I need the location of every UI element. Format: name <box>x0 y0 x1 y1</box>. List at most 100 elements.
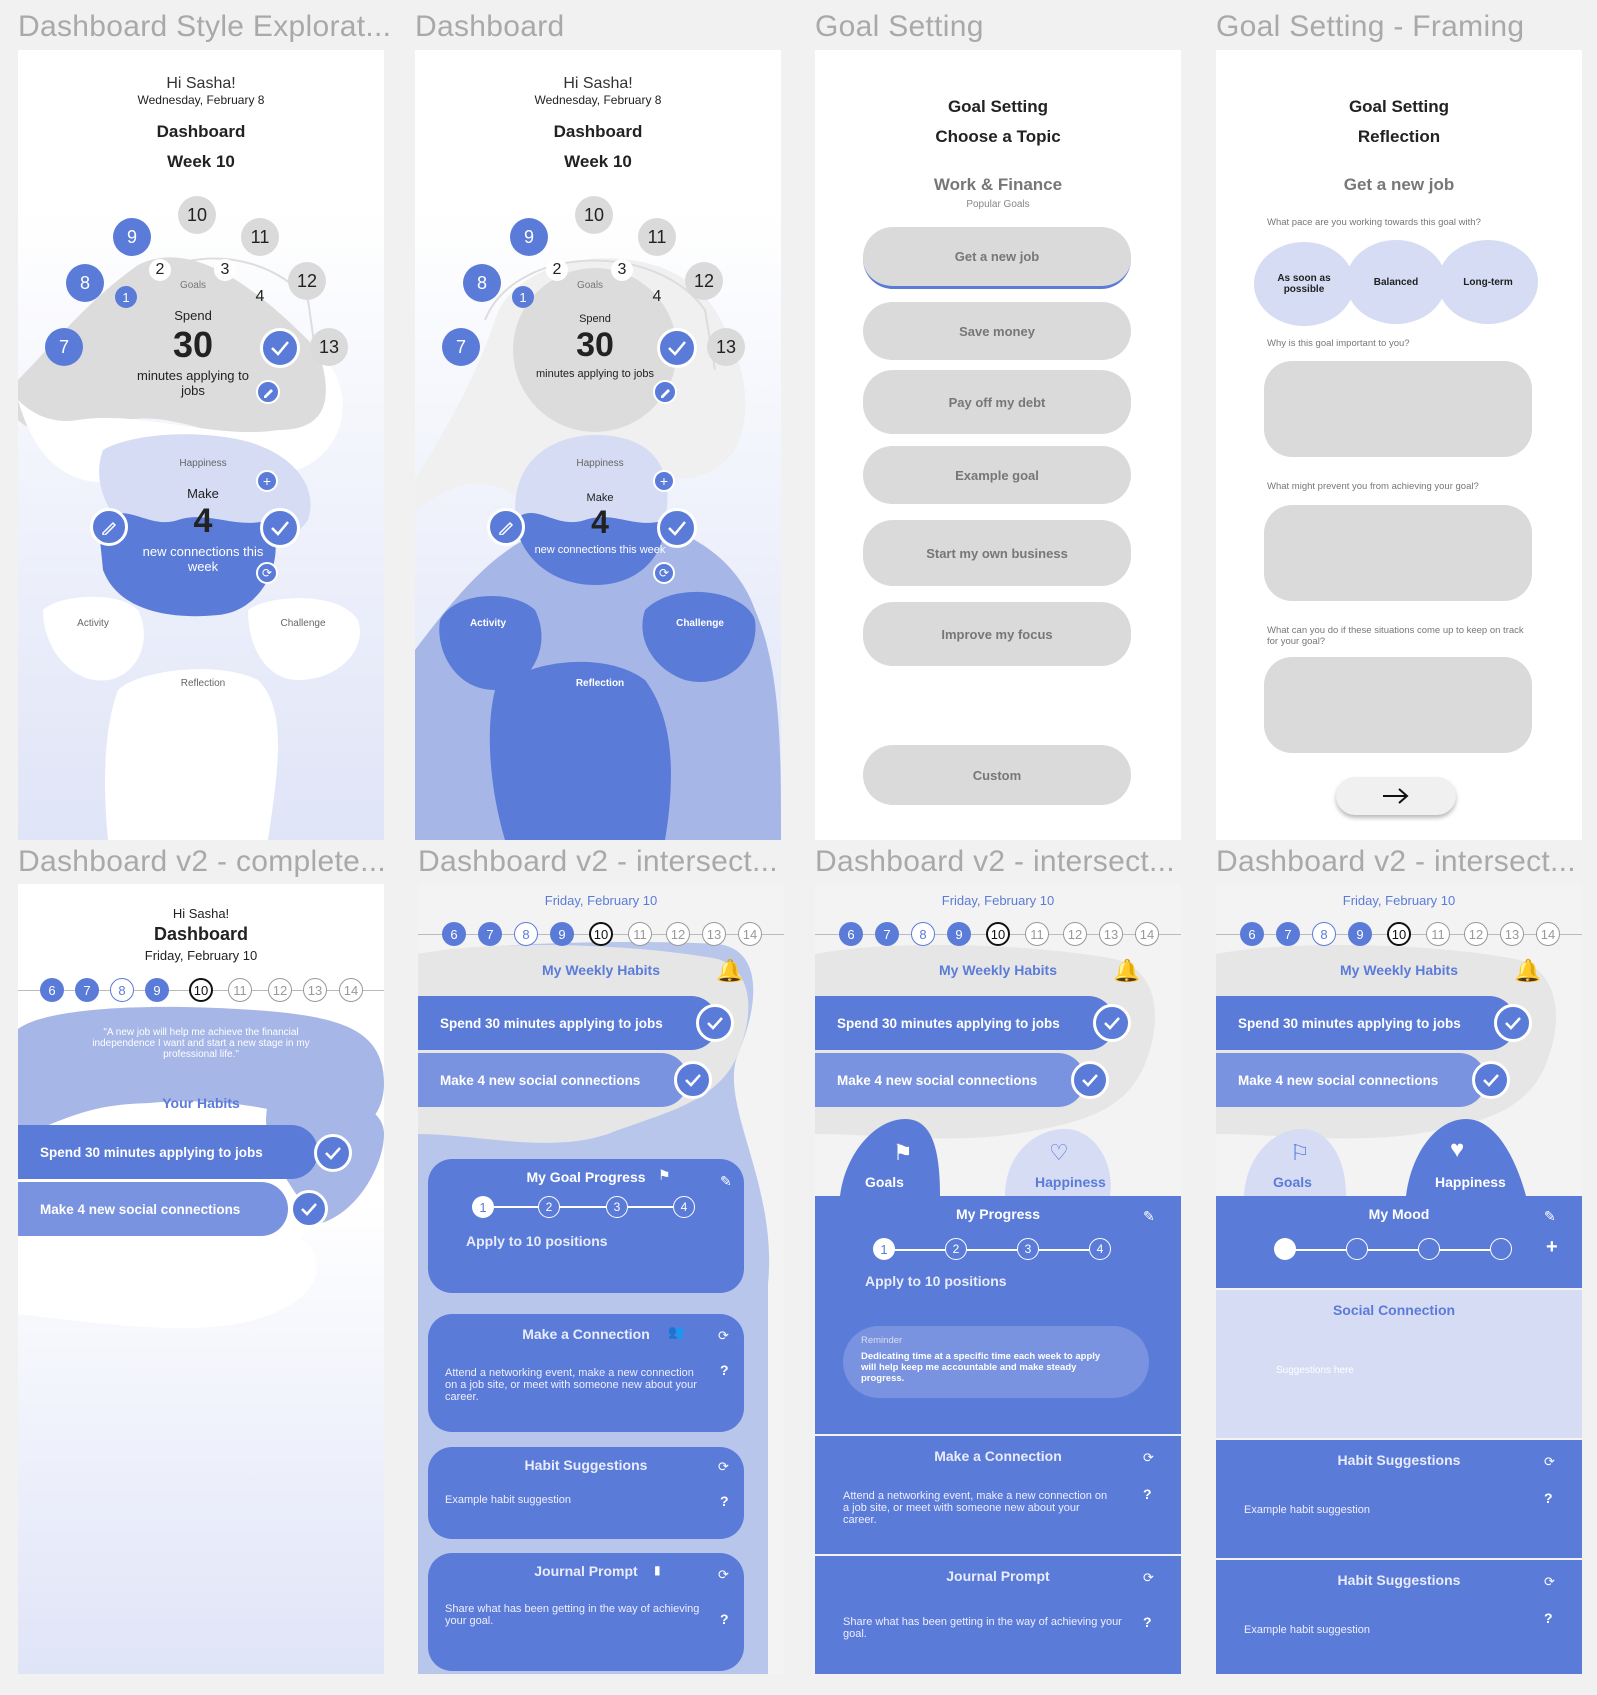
day-11[interactable]: 11 <box>228 978 252 1002</box>
habit-item[interactable]: Make 4 new social connections <box>418 1053 688 1107</box>
day-8[interactable]: 8 <box>514 922 538 946</box>
goal-4[interactable]: 4 <box>646 286 668 308</box>
day-14[interactable]: 14 <box>339 978 363 1002</box>
day-6[interactable]: 6 <box>442 922 466 946</box>
step-4[interactable]: 4 <box>673 1196 695 1218</box>
day-9[interactable]: 9 <box>145 978 169 1002</box>
help-icon[interactable]: ? <box>1544 1610 1553 1626</box>
habit-item[interactable]: Make 4 new social connections <box>1216 1053 1486 1107</box>
activity-button[interactable]: Activity <box>453 618 523 629</box>
pace-option[interactable]: As soon as possible <box>1254 242 1354 326</box>
check-icon[interactable] <box>657 328 697 368</box>
day-9[interactable]: 9 <box>947 922 971 946</box>
check-icon[interactable] <box>1071 1061 1109 1099</box>
help-icon[interactable]: ? <box>1544 1490 1553 1506</box>
day-6[interactable]: 6 <box>1240 922 1264 946</box>
week-13[interactable]: 13 <box>707 328 745 366</box>
goal-option[interactable]: Get a new job <box>863 227 1131 289</box>
refresh-icon[interactable]: ⟳ <box>1143 1570 1154 1586</box>
edit-icon[interactable] <box>653 380 677 404</box>
refresh-icon[interactable]: ⟳ <box>1143 1450 1154 1466</box>
refresh-icon[interactable]: ⟳ <box>718 1459 729 1475</box>
day-10[interactable]: 10 <box>189 978 213 1002</box>
check-icon[interactable] <box>260 328 300 368</box>
day-12[interactable]: 12 <box>268 978 292 1002</box>
day-11[interactable]: 11 <box>1426 922 1450 946</box>
goal-option[interactable]: Improve my focus <box>863 602 1131 666</box>
day-7[interactable]: 7 <box>1276 922 1300 946</box>
edit-icon[interactable]: ✎ <box>1143 1208 1155 1225</box>
week-12[interactable]: 12 <box>685 262 723 300</box>
refresh-icon[interactable]: ⟳ <box>718 1328 729 1344</box>
why-input[interactable] <box>1264 361 1532 457</box>
edit-icon[interactable] <box>256 380 280 404</box>
add-icon[interactable]: + <box>653 470 675 492</box>
day-11[interactable]: 11 <box>1025 922 1049 946</box>
goal-3[interactable]: 3 <box>611 259 633 281</box>
step-3[interactable]: 3 <box>1017 1238 1039 1260</box>
refresh-icon[interactable]: ⟳ <box>1544 1454 1555 1470</box>
week-9[interactable]: 9 <box>113 218 151 256</box>
check-icon[interactable] <box>1093 1004 1131 1042</box>
day-14[interactable]: 14 <box>738 922 762 946</box>
check-icon[interactable] <box>657 508 697 548</box>
step-1[interactable]: 1 <box>472 1196 494 1218</box>
reflection-button[interactable]: Reflection <box>555 678 645 689</box>
help-icon[interactable]: ? <box>720 1362 729 1378</box>
goal-option[interactable]: Example goal <box>863 446 1131 504</box>
check-icon[interactable] <box>290 1190 328 1228</box>
week-7[interactable]: 7 <box>45 328 83 366</box>
day-13[interactable]: 13 <box>303 978 327 1002</box>
habit-item[interactable]: Spend 30 minutes applying to jobs <box>815 996 1115 1050</box>
goal-1[interactable]: 1 <box>115 286 137 308</box>
habit-item[interactable]: Spend 30 minutes applying to jobs <box>18 1125 318 1179</box>
day-7[interactable]: 7 <box>75 978 99 1002</box>
pace-option[interactable]: Balanced <box>1346 240 1446 324</box>
day-8[interactable]: 8 <box>110 978 134 1002</box>
refresh-icon[interactable]: ⟳ <box>1544 1574 1555 1590</box>
mood-point[interactable] <box>1274 1238 1296 1260</box>
bell-icon[interactable]: 🔔 <box>1514 958 1541 984</box>
refresh-icon[interactable]: ⟳ <box>653 562 675 584</box>
step-3[interactable]: 3 <box>606 1196 628 1218</box>
check-icon[interactable] <box>1494 1004 1532 1042</box>
day-10[interactable]: 10 <box>1387 922 1411 946</box>
day-10[interactable]: 10 <box>589 922 613 946</box>
add-icon[interactable]: + <box>256 470 278 492</box>
check-icon[interactable] <box>314 1134 352 1172</box>
help-icon[interactable]: ? <box>1143 1614 1152 1630</box>
day-8[interactable]: 8 <box>911 922 935 946</box>
week-7[interactable]: 7 <box>442 328 480 366</box>
goal-1[interactable]: 1 <box>512 286 534 308</box>
day-6[interactable]: 6 <box>40 978 64 1002</box>
bell-icon[interactable]: 🔔 <box>716 958 743 984</box>
day-7[interactable]: 7 <box>875 922 899 946</box>
habit-item[interactable]: Make 4 new social connections <box>18 1182 288 1236</box>
check-icon[interactable] <box>696 1004 734 1042</box>
goal-3[interactable]: 3 <box>214 259 236 281</box>
week-12[interactable]: 12 <box>288 262 326 300</box>
day-12[interactable]: 12 <box>1464 922 1488 946</box>
day-13[interactable]: 13 <box>1500 922 1524 946</box>
habit-item[interactable]: Make 4 new social connections <box>815 1053 1085 1107</box>
refresh-icon[interactable]: ⟳ <box>718 1567 729 1583</box>
week-8[interactable]: 8 <box>66 264 104 302</box>
mood-point[interactable] <box>1418 1238 1440 1260</box>
add-icon[interactable]: + <box>1546 1236 1558 1259</box>
tab-happiness[interactable]: Happiness <box>1035 1174 1106 1190</box>
step-2[interactable]: 2 <box>945 1238 967 1260</box>
edit-icon[interactable] <box>487 508 525 546</box>
check-icon[interactable] <box>674 1061 712 1099</box>
week-11[interactable]: 11 <box>241 218 279 256</box>
day-13[interactable]: 13 <box>1099 922 1123 946</box>
tab-happiness[interactable]: Happiness <box>1435 1174 1506 1190</box>
bell-icon[interactable]: 🔔 <box>1113 958 1140 984</box>
day-7[interactable]: 7 <box>478 922 502 946</box>
mood-point[interactable] <box>1490 1238 1512 1260</box>
step-1[interactable]: 1 <box>873 1238 895 1260</box>
goal-option[interactable]: Save money <box>863 302 1131 360</box>
goal-4[interactable]: 4 <box>249 286 271 308</box>
help-icon[interactable]: ? <box>1143 1486 1152 1502</box>
edit-icon[interactable]: ✎ <box>720 1173 732 1190</box>
week-10[interactable]: 10 <box>178 196 216 234</box>
